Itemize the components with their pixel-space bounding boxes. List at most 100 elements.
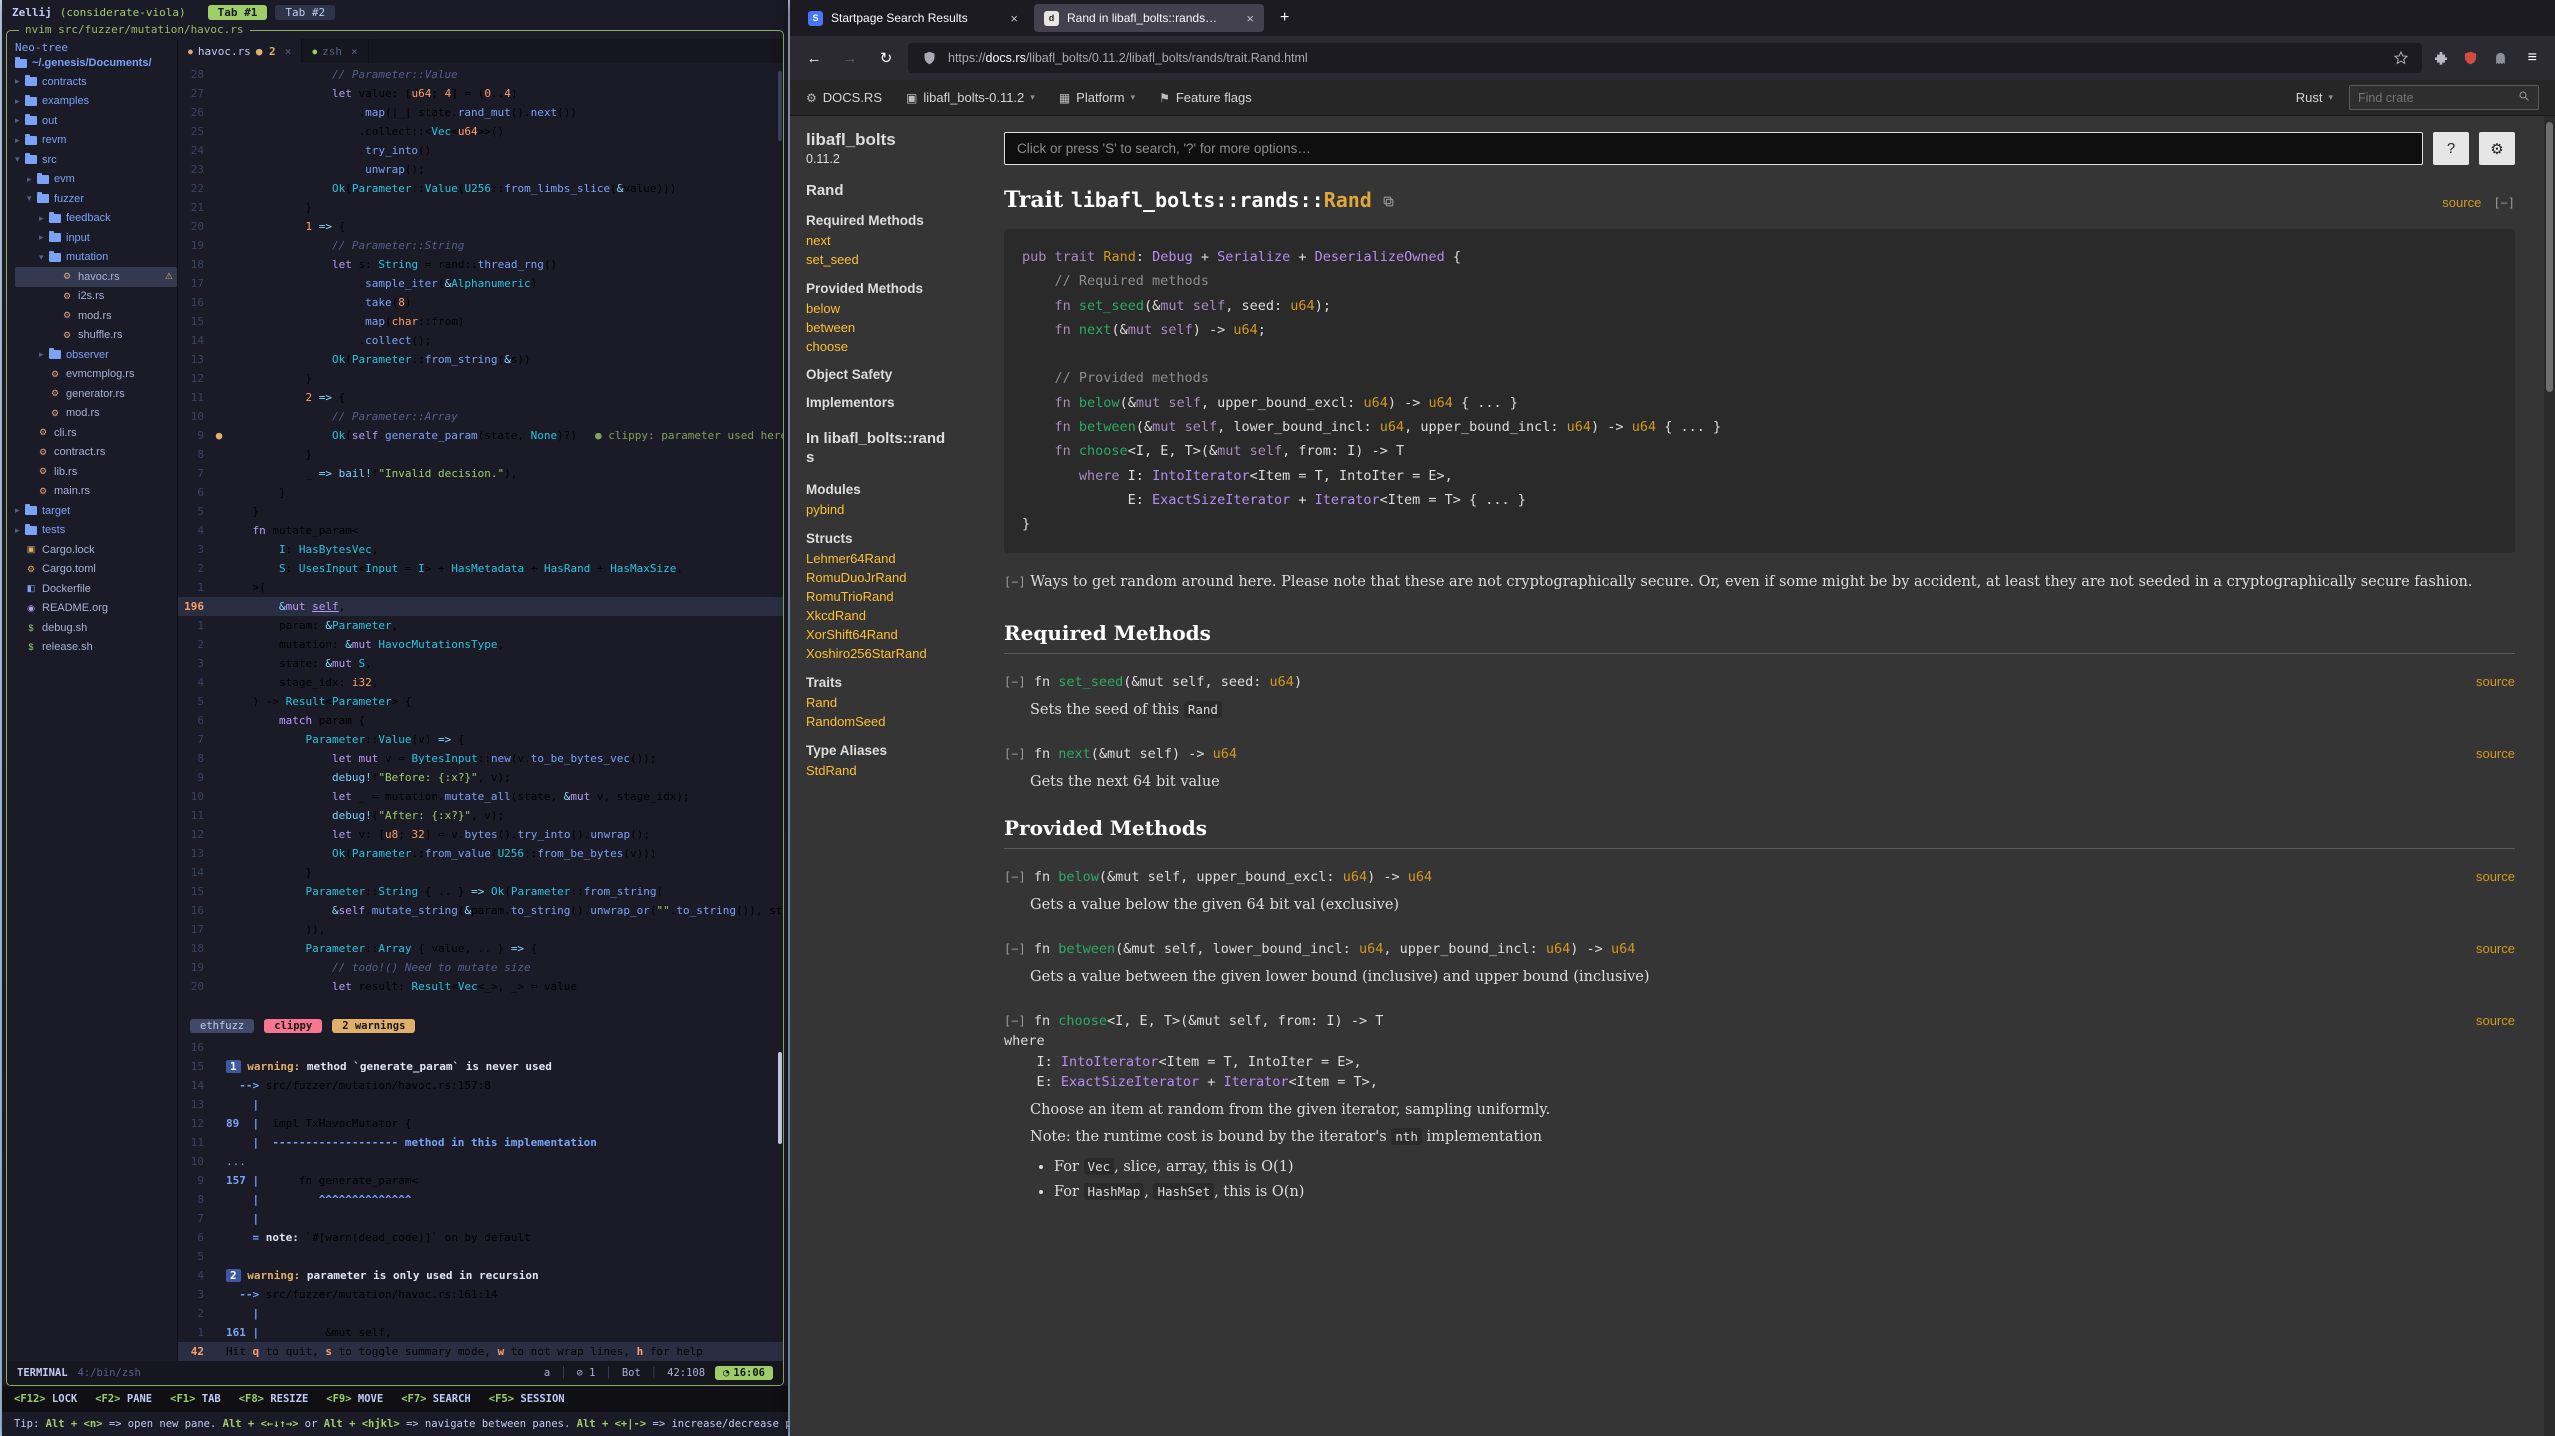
tree-item-revm[interactable]: ▸revm <box>15 131 177 151</box>
scrollbar-thumb[interactable] <box>2546 122 2553 392</box>
tree-item-tests[interactable]: ▸tests <box>15 521 177 541</box>
docsrs-brand-menu[interactable]: ⚙DOCS.RS <box>806 90 882 105</box>
crate-version-menu[interactable]: ▣libafl_bolts-0.11.2▾ <box>906 90 1035 105</box>
source-link[interactable]: source <box>2476 674 2515 689</box>
bottom-pane-scrollbar[interactable] <box>778 1052 782 1144</box>
tree-item-observer[interactable]: ▸observer <box>15 345 177 365</box>
tree-item-evm[interactable]: ▸evm <box>15 170 177 190</box>
tree-item-evmcmplog-rs[interactable]: ⚙evmcmplog.rs <box>15 365 177 385</box>
sidebar-link-xkcdrand[interactable]: XkcdRand <box>806 608 970 623</box>
clippy-output-pane[interactable]: 16151 warning: method `generate_param` i… <box>178 1038 783 1361</box>
tree-item-contracts[interactable]: ▸contracts <box>15 72 177 92</box>
collapse-toggle[interactable]: [−] <box>2493 196 2515 210</box>
zellij-tab-1[interactable]: Tab #1 <box>208 5 268 20</box>
extensions-puzzle-icon[interactable] <box>2430 47 2452 69</box>
sidebar-link-xoshiro256starrand[interactable]: Xoshiro256StarRand <box>806 646 970 661</box>
sidebar-link-stdrand[interactable]: StdRand <box>806 763 970 778</box>
buffer-tab-havoc-rs[interactable]: ●havoc.rs● 2× <box>178 39 302 63</box>
sidebar-link-next[interactable]: next <box>806 233 970 248</box>
source-link[interactable]: source <box>2476 941 2515 956</box>
menu-hamburger-icon[interactable]: ≡ <box>2520 49 2545 67</box>
help-button[interactable]: ? <box>2433 132 2469 165</box>
sidebar-link-romutriorand[interactable]: RomuTrioRand <box>806 589 970 604</box>
neotree-root-path[interactable]: ~/.genesis/Documents/ <box>15 57 177 69</box>
ublock-extension-icon[interactable] <box>2460 47 2482 69</box>
new-tab-button[interactable]: + <box>1270 9 1299 27</box>
sidebar-link-romuduojrrand[interactable]: RomuDuoJrRand <box>806 570 970 585</box>
tree-item-main-rs[interactable]: ⚙main.rs <box>15 482 177 502</box>
neotree-sidebar[interactable]: Neo-tree ~/.genesis/Documents/ ▸contract… <box>7 39 177 1361</box>
tree-item-generator-rs[interactable]: ⚙generator.rs <box>15 384 177 404</box>
tree-item-feedback[interactable]: ▸feedback <box>15 209 177 229</box>
source-link[interactable]: source <box>2476 1013 2515 1028</box>
sidebar-link-object-safety[interactable]: Object Safety <box>806 367 970 382</box>
tree-item-cargo-toml[interactable]: ⚙Cargo.toml <box>15 560 177 580</box>
tree-item-mutation[interactable]: ▾mutation <box>15 248 177 268</box>
find-crate-input[interactable] <box>2358 91 2512 105</box>
collapse-toggle[interactable]: [−] <box>1004 747 1026 761</box>
tree-item-mod-rs[interactable]: ⚙mod.rs <box>15 306 177 326</box>
rustdoc-search-input[interactable] <box>1004 132 2423 165</box>
sidebar-heading-structs[interactable]: Structs <box>806 531 970 546</box>
sidebar-heading-traits[interactable]: Traits <box>806 675 970 690</box>
tree-item-target[interactable]: ▸target <box>15 501 177 521</box>
tree-item-havoc-rs[interactable]: ⚙havoc.rs⚠ <box>15 267 177 287</box>
tree-item-input[interactable]: ▸input <box>15 228 177 248</box>
sidebar-link-pybind[interactable]: pybind <box>806 502 970 517</box>
reload-button[interactable]: ↻ <box>872 44 900 72</box>
platform-menu[interactable]: ▦Platform▾ <box>1059 90 1135 105</box>
sidebar-heading-modules[interactable]: Modules <box>806 482 970 497</box>
sidebar-link-xorshift64rand[interactable]: XorShift64Rand <box>806 627 970 642</box>
rust-menu[interactable]: Rust▾ <box>2296 90 2333 105</box>
buffer-tab-zsh[interactable]: ●zsh× <box>302 39 368 63</box>
tree-item-examples[interactable]: ▸examples <box>15 92 177 112</box>
tree-item-src[interactable]: ▾src <box>15 150 177 170</box>
tree-item-debug-sh[interactable]: $debug.sh <box>15 618 177 638</box>
source-link[interactable]: source <box>2476 869 2515 884</box>
browser-tab-2[interactable]: Rand in libafl_bolts::rands…× <box>1034 4 1264 32</box>
sidebar-link-between[interactable]: between <box>806 320 970 335</box>
source-link[interactable]: source <box>2442 195 2481 210</box>
collapse-toggle[interactable]: [−] <box>1004 942 1026 956</box>
sidebar-in-module[interactable]: In libafl_bolts::rands <box>806 430 946 468</box>
forward-button[interactable]: → <box>836 44 864 72</box>
close-buffer-icon[interactable]: × <box>285 45 292 58</box>
tree-item-shuffle-rs[interactable]: ⚙shuffle.rs <box>15 326 177 346</box>
sidebar-heading-type-aliases[interactable]: Type Aliases <box>806 743 970 758</box>
collapse-toggle[interactable]: [−] <box>1004 870 1026 884</box>
sidebar-link-randomseed[interactable]: RandomSeed <box>806 714 970 729</box>
browser-tab-1[interactable]: Startpage Search Results× <box>798 4 1028 32</box>
collapse-toggle[interactable]: [−] <box>1004 575 1026 589</box>
collapse-toggle[interactable]: [−] <box>1004 675 1026 689</box>
sidebar-link-set_seed[interactable]: set_seed <box>806 252 970 267</box>
feature-flags-link[interactable]: ⚑Feature flags <box>1159 90 1252 105</box>
tab-close-icon[interactable]: × <box>1246 11 1254 26</box>
collapse-toggle[interactable]: [−] <box>1004 1014 1026 1028</box>
tree-item-fuzzer[interactable]: ▾fuzzer <box>15 189 177 209</box>
source-link[interactable]: source <box>2476 746 2515 761</box>
copy-path-button[interactable] <box>1382 188 1395 214</box>
tree-item-release-sh[interactable]: $release.sh <box>15 638 177 658</box>
tree-item-dockerfile[interactable]: ◧Dockerfile <box>15 579 177 599</box>
tree-item-lib-rs[interactable]: ⚙lib.rs <box>15 462 177 482</box>
sidebar-link-lehmer64rand[interactable]: Lehmer64Rand <box>806 551 970 566</box>
back-button[interactable]: ← <box>800 44 828 72</box>
tree-item-contract-rs[interactable]: ⚙contract.rs <box>15 443 177 463</box>
code-editor[interactable]: 28 // Parameter::Value27 let value: [u64… <box>178 63 783 1014</box>
tree-item-out[interactable]: ▸out <box>15 111 177 131</box>
sidebar-link-below[interactable]: below <box>806 301 970 316</box>
sidebar-link-choose[interactable]: choose <box>806 339 970 354</box>
url-bar[interactable]: https://docs.rs/libafl_bolts/0.11.2/liba… <box>908 43 2422 73</box>
editor-scrollbar[interactable] <box>778 71 782 141</box>
sidebar-link-rand[interactable]: Rand <box>806 695 970 710</box>
settings-gear-button[interactable]: ⚙ <box>2479 132 2515 165</box>
tree-item-cargo-lock[interactable]: ▣Cargo.lock <box>15 540 177 560</box>
zellij-tab-2[interactable]: Tab #2 <box>275 5 335 20</box>
sidebar-heading-required-methods[interactable]: Required Methods <box>806 213 970 228</box>
tree-item-cli-rs[interactable]: ⚙cli.rs <box>15 423 177 443</box>
sidebar-link-implementors[interactable]: Implementors <box>806 395 970 410</box>
ghostery-extension-icon[interactable] <box>2490 47 2512 69</box>
close-buffer-icon[interactable]: × <box>351 45 358 58</box>
sidebar-heading-provided-methods[interactable]: Provided Methods <box>806 281 970 296</box>
tree-item-i2s-rs[interactable]: ⚙i2s.rs <box>15 287 177 307</box>
